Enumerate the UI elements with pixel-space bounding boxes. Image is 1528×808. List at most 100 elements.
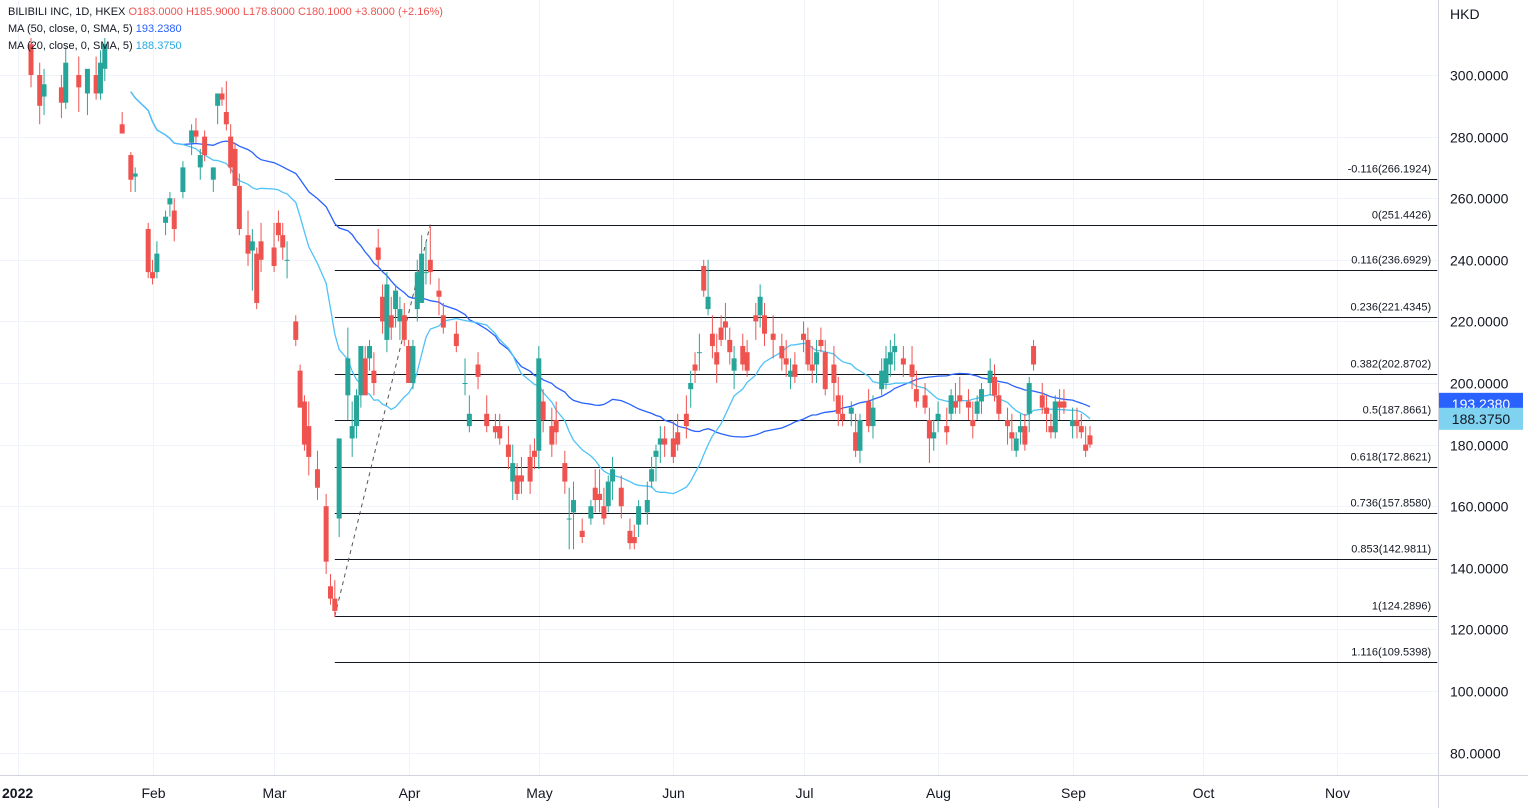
candle-down — [93, 56, 99, 100]
fib-level-label: -0.116(266.1924) — [1348, 164, 1432, 176]
candle-up — [688, 370, 694, 408]
candlestick-chart[interactable]: -0.116(266.1924) 0(251.4426) 0.116(236.692… — [0, 0, 1528, 808]
candle-up — [336, 438, 342, 537]
candle-down — [562, 450, 568, 494]
candle-down — [952, 383, 958, 414]
candle-down — [722, 302, 728, 340]
candle-down — [128, 152, 134, 193]
time-axis[interactable]: 2022 Feb Mar Apr May Jun Jul Aug Sep Oct Nov — [2, 785, 1350, 801]
candle-down — [1057, 389, 1063, 420]
candle-up — [180, 161, 186, 199]
candle-up — [566, 487, 572, 550]
candle-up — [653, 444, 659, 482]
candle-up — [414, 259, 420, 322]
candle-down — [597, 469, 603, 513]
candle-down — [866, 389, 872, 433]
fib-level-label: 0.5(187.8661) — [1363, 405, 1432, 417]
x-tick-label: Jul — [796, 785, 814, 801]
candle-down — [1005, 407, 1011, 445]
candle-up — [814, 339, 820, 383]
candle-down — [818, 327, 824, 353]
candle-down — [1087, 426, 1093, 448]
candle-up — [215, 93, 221, 125]
ma50-legend[interactable]: MA (50, close, 0, SMA, 5) 193.2380 — [8, 21, 182, 37]
candle-down — [245, 210, 251, 266]
candle-down — [957, 376, 963, 414]
y-tick-label: 120.0000 — [1450, 622, 1509, 638]
candle-down — [37, 62, 43, 125]
candle-down — [232, 142, 238, 186]
candle-down — [76, 56, 82, 112]
candle-up — [887, 339, 893, 377]
candle-up — [696, 333, 702, 371]
candle-up — [657, 426, 663, 464]
y-tick-label: 280.0000 — [1450, 130, 1509, 146]
candle-down — [236, 173, 242, 236]
x-tick-label: Aug — [926, 785, 951, 801]
ma20-legend-value: 188.3750 — [135, 40, 182, 52]
ohlc-low: L178.8000 — [242, 6, 295, 18]
ohlc-open: O183.0000 — [128, 6, 183, 18]
candle-up — [1013, 432, 1019, 457]
candle-down — [805, 327, 811, 371]
candle-up — [857, 413, 863, 464]
candle-up — [97, 50, 103, 100]
candle-down — [314, 450, 320, 501]
candle-down — [701, 259, 707, 297]
candle-down — [323, 493, 329, 574]
fib-level-label: 0.736(157.8580) — [1350, 498, 1431, 510]
candle-up — [879, 358, 885, 396]
candle-down — [401, 302, 407, 347]
candle-down — [293, 315, 299, 347]
candle-down — [492, 413, 498, 439]
candle-down — [809, 346, 815, 383]
candle-down — [327, 573, 333, 605]
candle-up — [644, 481, 650, 525]
fib-retracement[interactable]: -0.116(266.1924) 0(251.4426) 0.116(236.692… — [334, 164, 1438, 663]
candle-down — [514, 463, 520, 501]
x-tick-label: Apr — [399, 785, 421, 801]
x-tick-label: 2022 — [2, 785, 33, 801]
candle-down — [223, 81, 229, 131]
candle-up — [397, 296, 403, 340]
symbol-title[interactable]: BILIBILI INC, 1D, HKEX — [8, 6, 125, 18]
candle-down — [1074, 407, 1080, 439]
price-axis[interactable]: HKD 300.0000 280.0000 260.0000 240.0000 220.… — [1450, 6, 1509, 762]
candle-up — [571, 481, 577, 550]
candle-up — [788, 358, 794, 390]
candle-down — [740, 333, 746, 371]
candle-down — [271, 222, 277, 273]
candle-down — [792, 352, 798, 383]
candle-down — [427, 225, 433, 285]
candle-down — [840, 395, 846, 427]
candle-up — [249, 229, 255, 291]
candle-down — [831, 346, 837, 402]
candle-down — [618, 475, 624, 519]
candle-down — [497, 413, 503, 445]
candle-down — [1044, 395, 1050, 433]
price-badges: 193.2380188.3750 — [1439, 392, 1523, 430]
candle-up — [284, 241, 290, 279]
candle-down — [540, 389, 546, 433]
candle-down — [900, 346, 906, 377]
x-tick-label: May — [526, 785, 552, 801]
candle-up — [649, 456, 655, 488]
candle-up — [367, 339, 373, 371]
candles — [28, 38, 1093, 618]
candle-down — [779, 333, 785, 371]
candle-down — [714, 333, 720, 383]
candle-down — [718, 315, 724, 347]
candle-up — [610, 456, 616, 501]
fib-level-label: 0.618(172.8621) — [1350, 452, 1431, 464]
candle-up — [349, 401, 355, 457]
candle-up — [1018, 413, 1024, 445]
candle-down — [440, 302, 446, 334]
candle-up — [345, 327, 351, 420]
fib-level-label: 1(124.2896) — [1372, 601, 1431, 613]
ohlc-high: H185.9000 — [185, 6, 240, 18]
fib-level-label: 0.853(142.9811) — [1351, 544, 1431, 556]
candle-down — [275, 210, 281, 242]
candle-down — [505, 426, 511, 470]
ma20-legend[interactable]: MA (20, close, 0, SMA, 5) 188.3750 — [8, 38, 182, 54]
candle-down — [627, 518, 633, 550]
